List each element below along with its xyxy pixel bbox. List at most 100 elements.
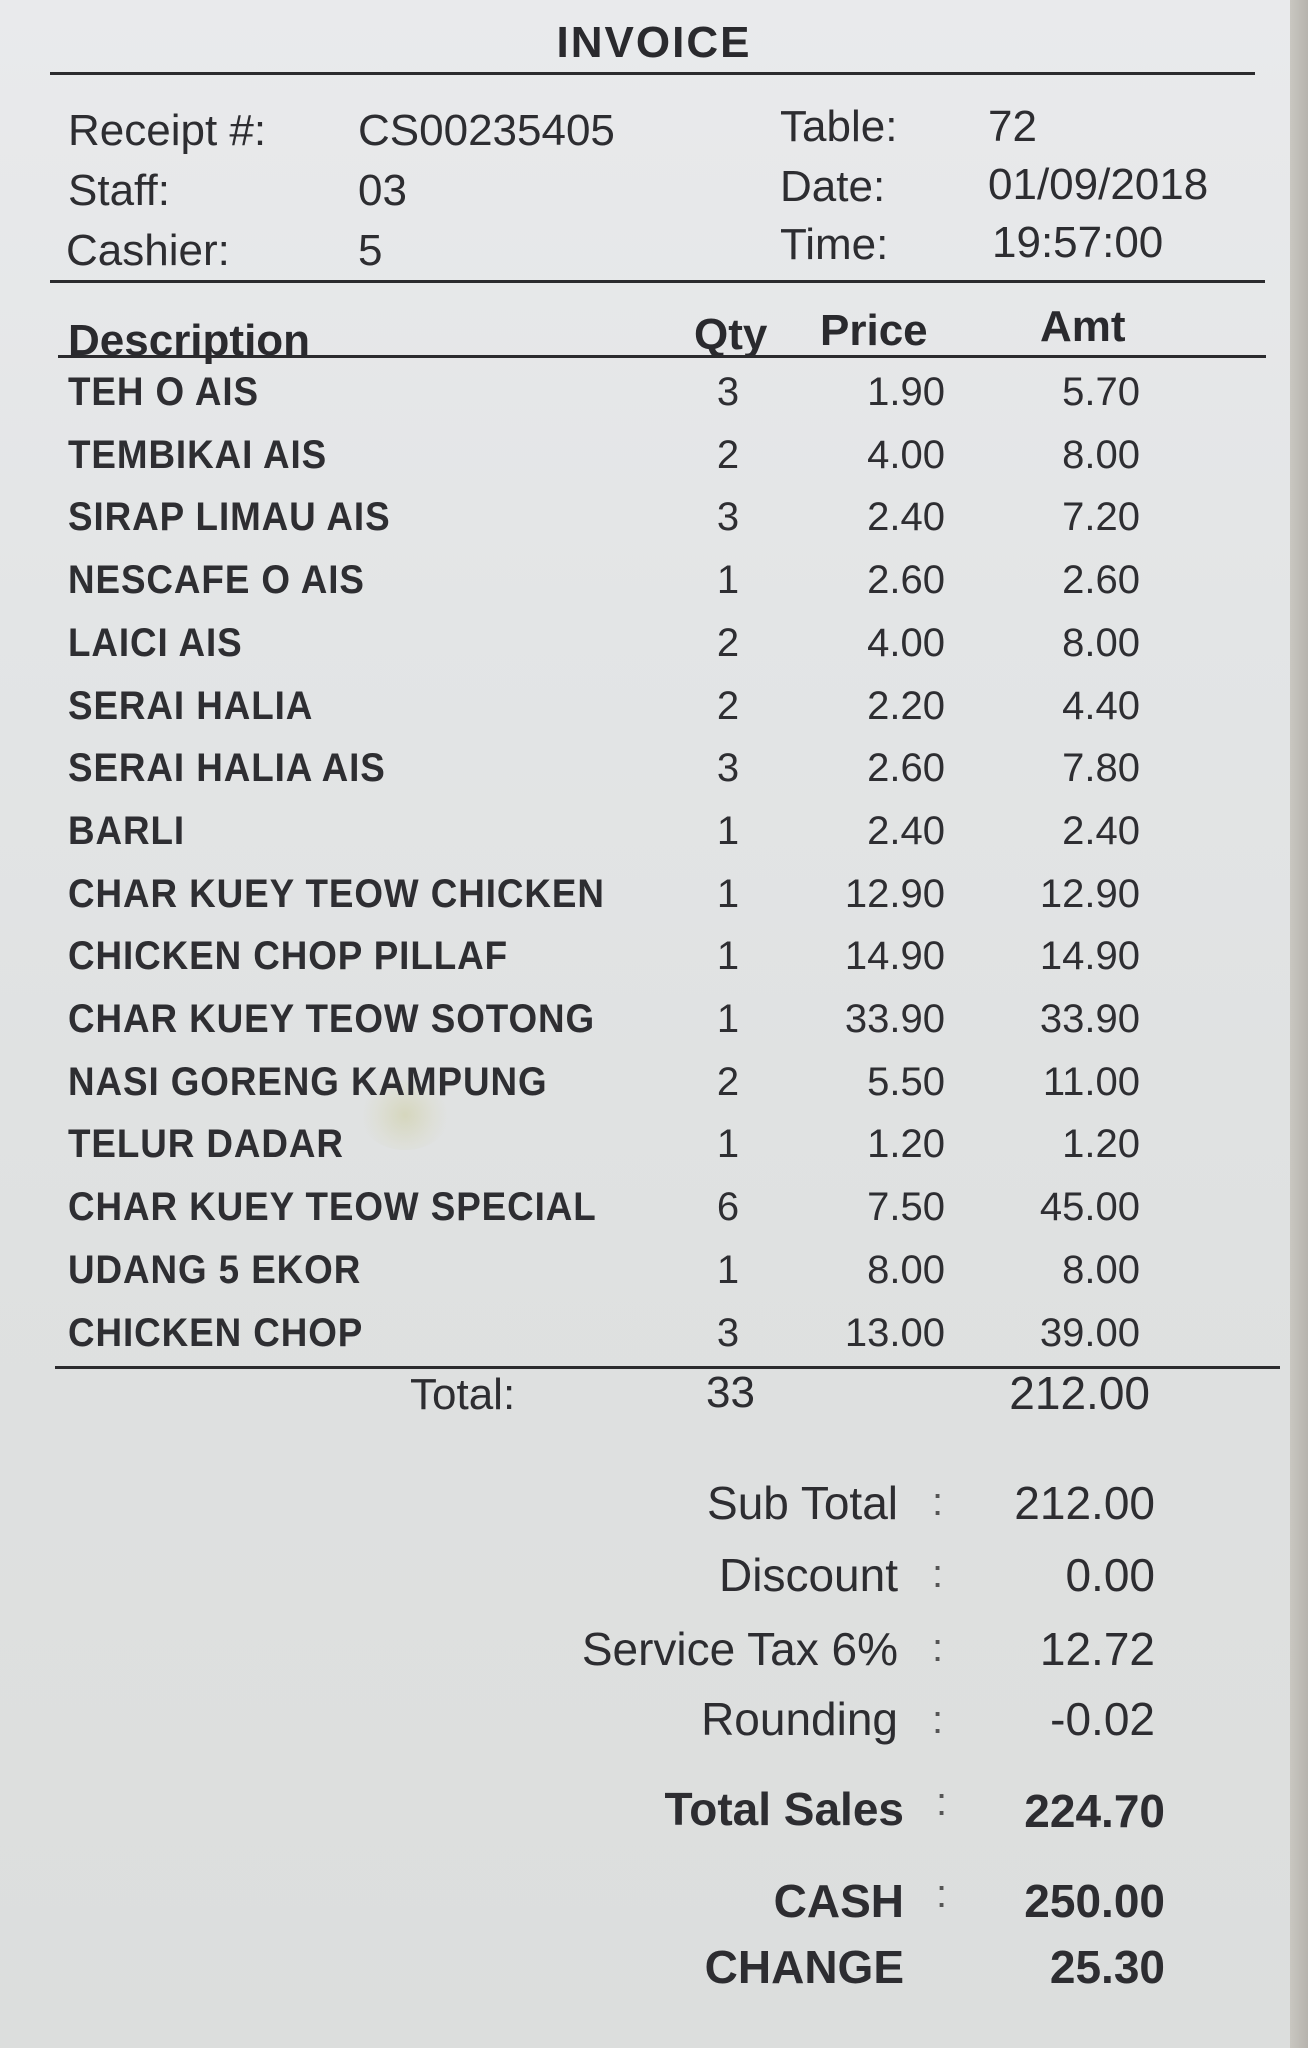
item-qty: 2 (716, 433, 740, 477)
item-description: LAICI AIS (68, 621, 243, 665)
item-price: 1.20 (867, 1122, 945, 1166)
item-price: 13.00 (844, 1311, 945, 1355)
item-amount: 14.90 (1039, 934, 1140, 978)
item-amount: 2.40 (1062, 809, 1140, 853)
item-description: BARLI (68, 809, 186, 853)
item-description: SIRAP LIMAU AIS (68, 495, 391, 539)
item-price: 8.00 (867, 1248, 945, 1292)
item-amount: 8.00 (1062, 433, 1140, 477)
discount-label: Discount (719, 1549, 898, 1601)
invoice-title: INVOICE (556, 18, 752, 67)
item-qty: 2 (716, 621, 740, 665)
column-description: Description (68, 316, 311, 365)
column-price: Price (820, 306, 928, 355)
item-description: CHICKEN CHOP PILLAF (68, 934, 509, 978)
sub-total-value: 212.00 (1014, 1477, 1155, 1529)
staff-label: Staff: (68, 166, 170, 215)
item-qty: 1 (716, 1248, 740, 1292)
item-qty: 1 (716, 934, 740, 978)
item-description: CHICKEN CHOP (68, 1311, 364, 1355)
item-price: 12.90 (844, 872, 945, 916)
item-amount: 33.90 (1039, 997, 1140, 1041)
item-amount: 7.20 (1062, 495, 1140, 539)
service-tax-label: Service Tax 6% (581, 1623, 898, 1675)
cashier-value: 5 (358, 226, 383, 275)
column-amt: Amt (1040, 302, 1126, 351)
item-qty: 1 (716, 872, 740, 916)
receipt-edge (1290, 0, 1308, 2048)
item-qty: 1 (716, 809, 740, 853)
item-amount: 8.00 (1062, 621, 1140, 665)
item-description: SERAI HALIA AIS (68, 746, 386, 790)
item-amount: 7.80 (1062, 746, 1140, 790)
item-amount: 45.00 (1039, 1185, 1140, 1229)
date-label: Date: (780, 162, 886, 211)
sub-total-label: Sub Total (707, 1477, 898, 1529)
service-tax-value: 12.72 (1039, 1623, 1155, 1675)
item-qty: 1 (716, 997, 740, 1041)
discount-value: 0.00 (1065, 1549, 1155, 1601)
item-price: 33.90 (844, 997, 945, 1041)
item-description: TELUR DADAR (68, 1122, 344, 1166)
receipt-label: Receipt #: (68, 106, 267, 155)
item-amount: 5.70 (1062, 370, 1140, 414)
item-price: 2.60 (867, 558, 945, 602)
date-value: 01/09/2018 (988, 160, 1209, 209)
item-description: CHAR KUEY TEOW CHICKEN (68, 872, 605, 916)
columns-rule (58, 355, 1266, 358)
item-price: 5.50 (867, 1060, 945, 1104)
cashier-label: Cashier: (66, 226, 230, 275)
total-qty: 33 (706, 1368, 755, 1417)
cash-value: 250.00 (1024, 1875, 1165, 1927)
rounding-value: -0.02 (1050, 1693, 1155, 1745)
item-price: 4.00 (867, 621, 945, 665)
item-amount: 12.90 (1039, 872, 1140, 916)
item-qty: 1 (716, 1122, 740, 1166)
total-sales-value: 224.70 (1024, 1785, 1165, 1837)
item-price: 7.50 (867, 1185, 945, 1229)
item-qty: 3 (716, 370, 740, 414)
item-description: TEH O AIS (68, 370, 259, 414)
table-label: Table: (780, 102, 898, 151)
time-value: 19:57:00 (992, 218, 1164, 267)
item-amount: 1.20 (1062, 1122, 1140, 1166)
item-price: 4.00 (867, 433, 945, 477)
item-amount: 11.00 (1042, 1060, 1140, 1104)
item-price: 2.40 (867, 495, 945, 539)
item-description: NESCAFE O AIS (68, 558, 365, 602)
item-amount: 4.40 (1062, 684, 1140, 728)
time-label: Time: (780, 220, 889, 269)
column-qty: Qty (694, 310, 768, 359)
table-value: 72 (988, 102, 1037, 151)
receipt-number: CS00235405 (358, 106, 615, 155)
cash-label: CASH (773, 1875, 904, 1927)
total-sales-label: Total Sales (664, 1783, 904, 1835)
staff-value: 03 (358, 166, 407, 215)
item-amount: 8.00 (1062, 1248, 1140, 1292)
item-description: NASI GORENG KAMPUNG (68, 1060, 548, 1104)
item-price: 2.60 (867, 746, 945, 790)
item-price: 14.90 (844, 934, 945, 978)
item-qty: 2 (716, 1060, 740, 1104)
total-amount: 212.00 (1009, 1367, 1150, 1419)
item-description: TEMBIKAI AIS (68, 433, 328, 477)
item-description: UDANG 5 EKOR (68, 1248, 362, 1292)
change-value: 25.30 (1049, 1941, 1165, 1993)
header-rule (50, 72, 1255, 75)
item-amount: 39.00 (1039, 1311, 1140, 1355)
item-price: 1.90 (867, 370, 945, 414)
item-price: 2.20 (867, 684, 945, 728)
item-qty: 3 (716, 495, 740, 539)
item-description: SERAI HALIA (68, 684, 314, 728)
info-rule (50, 280, 1265, 283)
item-qty: 2 (716, 684, 740, 728)
item-qty: 3 (716, 746, 740, 790)
total-label: Total: (410, 1370, 516, 1419)
item-description: CHAR KUEY TEOW SOTONG (68, 997, 596, 1041)
item-description: CHAR KUEY TEOW SPECIAL (68, 1185, 597, 1229)
item-amount: 2.60 (1062, 558, 1140, 602)
rounding-label: Rounding (701, 1693, 898, 1745)
change-label: CHANGE (704, 1941, 904, 1993)
item-qty: 3 (716, 1311, 740, 1355)
item-qty: 6 (716, 1185, 740, 1229)
